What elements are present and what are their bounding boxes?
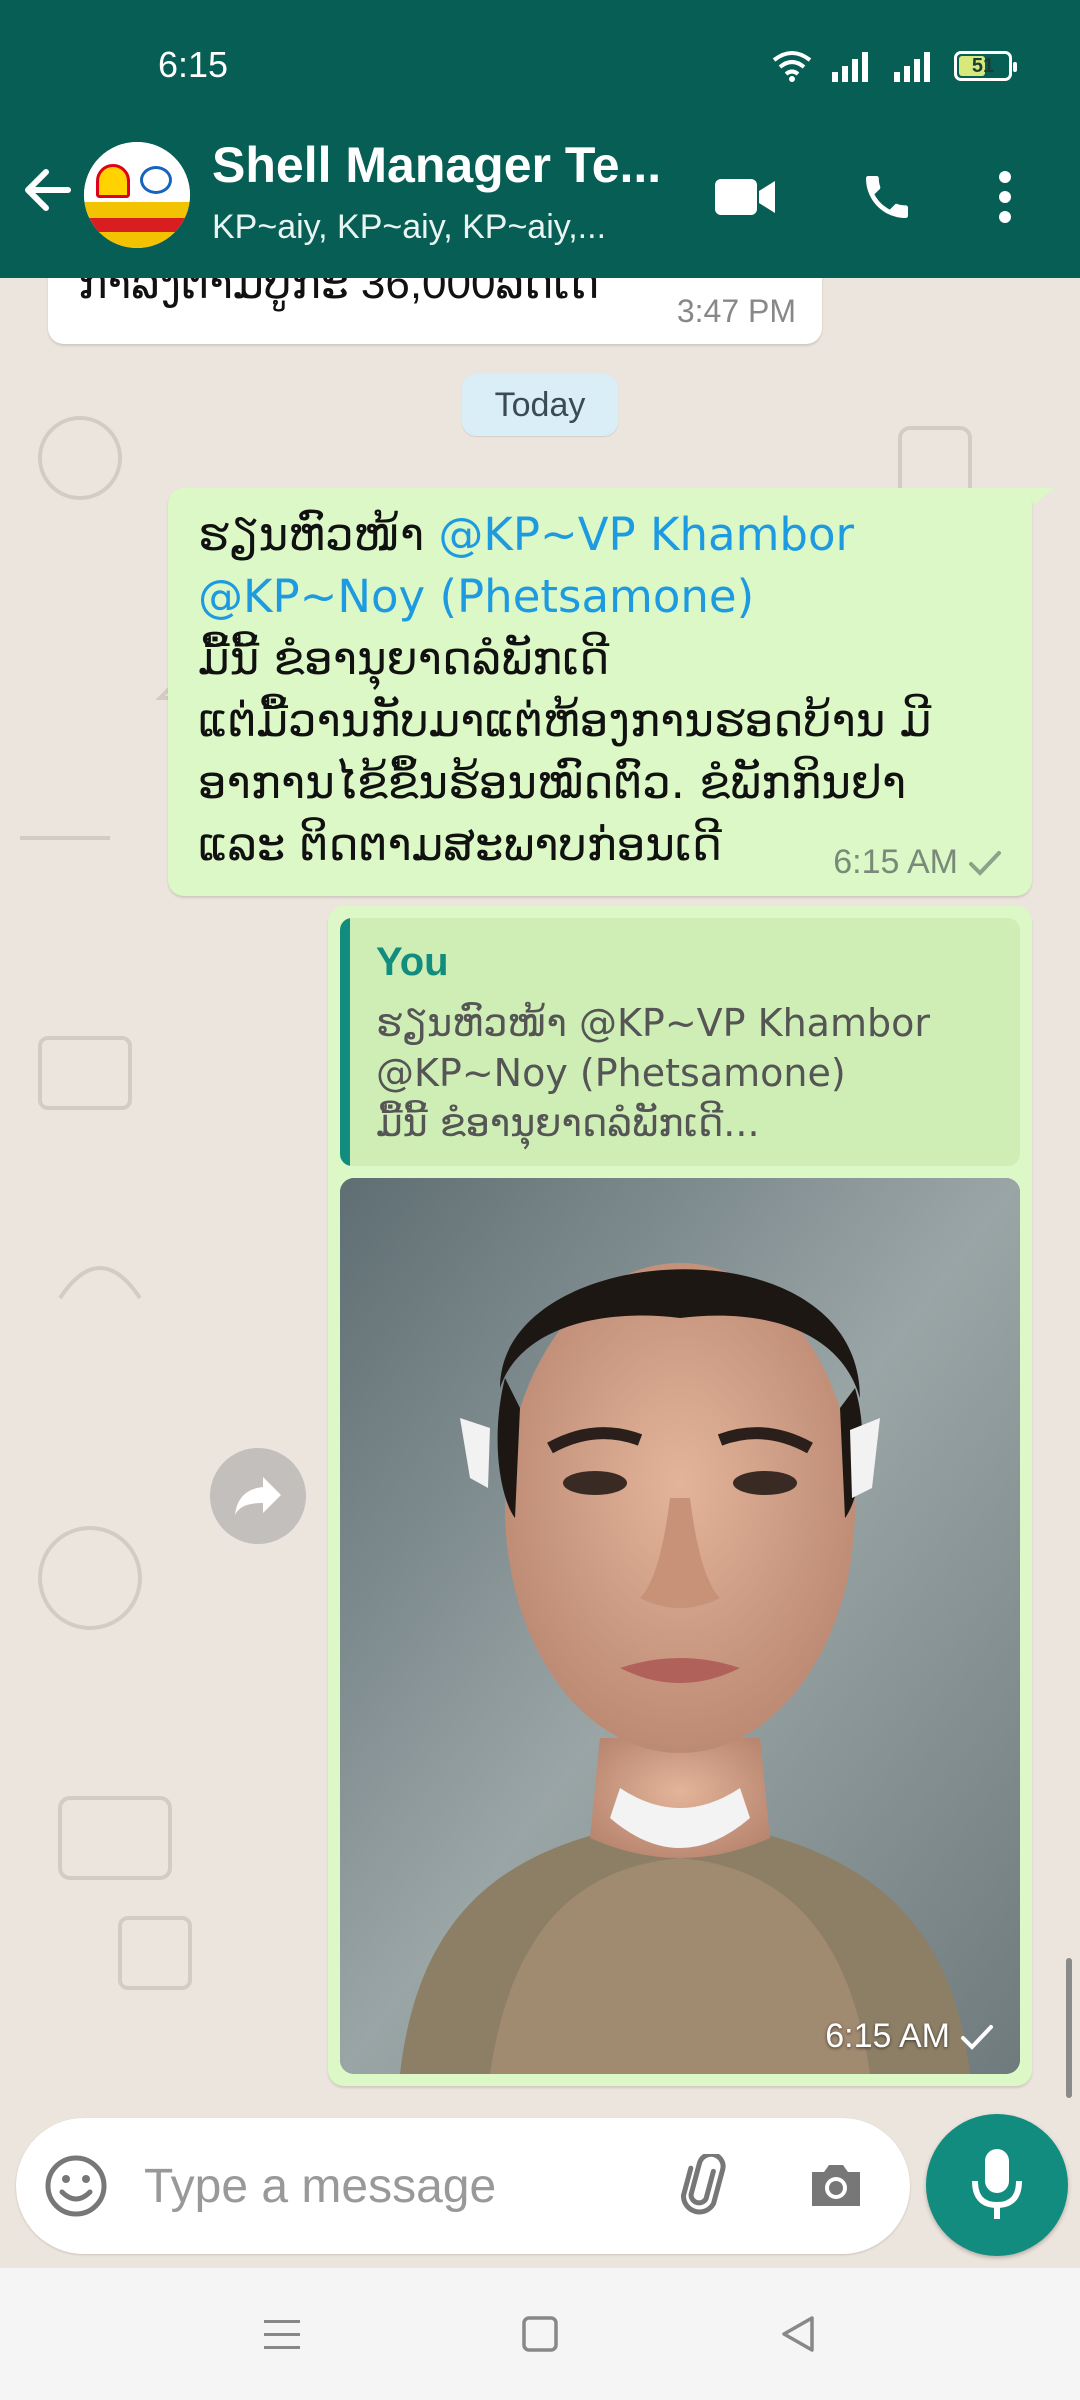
date-divider: Today: [462, 374, 618, 436]
message-outgoing[interactable]: ຮຽນຫົວໜ້າ @KP~VP Khambor @KP~Noy (Phetsa…: [168, 488, 1032, 896]
video-call-button[interactable]: [710, 162, 780, 232]
more-options-button[interactable]: [980, 162, 1030, 232]
message-greeting: ຮຽນຫົວໜ້າ: [198, 508, 439, 561]
mention-link[interactable]: @KP~VP Khambor: [438, 508, 854, 561]
attach-icon: [680, 2151, 726, 2215]
wifi-icon: [772, 51, 812, 82]
status-bar: 6:15 51: [0, 0, 1080, 110]
message-line: ອາການໄຂ້ຂຶ້ນຮ້ອນໝົດຕົວ. ຂໍພັກກິນຢາ: [198, 756, 907, 809]
camera-icon: [812, 2165, 860, 2206]
message-composer: [16, 2118, 910, 2254]
battery-icon: 51: [954, 51, 1017, 81]
message-line: ແຕ່ມື້ວານກັບມາແຕ່ຫ້ອງການຮອດບ້ານ ມີ: [198, 694, 932, 747]
back-button[interactable]: [18, 160, 78, 220]
message-time: 3:47 PM: [676, 293, 796, 329]
chat-title[interactable]: Shell Manager Te...: [212, 136, 682, 194]
message-outgoing-photo[interactable]: You ຮຽນຫົວໜ້າ @KP~VP Khambor @KP~Noy (Ph…: [328, 906, 1032, 2086]
home-square-icon: [522, 2316, 558, 2352]
more-options-icon: [999, 171, 1011, 223]
back-triangle-icon: [782, 2316, 814, 2352]
message-time: 6:15 AM: [825, 2017, 950, 2055]
home-button[interactable]: [510, 2304, 570, 2364]
shell-logo-icon: [96, 164, 130, 198]
attach-button[interactable]: [676, 2151, 740, 2218]
camera-button[interactable]: [804, 2154, 868, 2218]
phone-icon: [866, 176, 908, 218]
message-text: ຮຽນຫົວໜ້າ @KP~VP Khambor @KP~Noy (Phetsa…: [198, 504, 1018, 876]
emoji-button[interactable]: [44, 2154, 108, 2218]
system-nav-bar: [0, 2268, 1080, 2400]
message-incoming[interactable]: ກໍາລັງຕາມປູກະ 36,000ລີດເດີ 3:47 PM: [48, 278, 822, 344]
message-input[interactable]: [144, 2156, 654, 2216]
group-avatar[interactable]: [84, 142, 190, 248]
quote-text: ຮຽນຫົວໜ້າ @KP~VP Khambor @KP~Noy (Phetsa…: [376, 998, 996, 1148]
emoji-icon: [45, 2155, 107, 2217]
quote-line: ມື້ນີ້ ຂໍອານຸຍາດລໍພັກເດີ...: [376, 1101, 760, 1145]
quote-author: You: [376, 940, 449, 984]
mic-icon: [972, 2149, 1022, 2219]
chat-header: Shell Manager Te... KP~aiy, KP~aiy, KP~a…: [0, 110, 1080, 278]
mention-link[interactable]: @KP~Noy (Phetsamone): [198, 570, 754, 623]
battery-level: 51: [971, 54, 995, 77]
back-arrow-icon: [25, 169, 71, 211]
partner-logo-icon: [140, 166, 172, 194]
nav-back-button[interactable]: [768, 2304, 828, 2364]
message-meta: 6:15 AM: [833, 843, 1002, 882]
signal-icon-2: [894, 52, 930, 82]
quote-line: ຮຽນຫົວໜ້າ @KP~VP Khambor: [376, 1001, 930, 1045]
forward-icon: [235, 1477, 281, 1515]
photo-meta: 6:15 AM: [825, 2017, 994, 2056]
message-line: ມື້ນີ້ ຂໍອານຸຍາດລໍພັກເດີ: [198, 632, 610, 685]
forward-button[interactable]: [210, 1448, 306, 1544]
quote-bar: [340, 918, 350, 1166]
message-time: 6:15 AM: [833, 843, 958, 881]
chat-area[interactable]: ກໍາລັງຕາມປູກະ 36,000ລີດເດີ 3:47 PM Today…: [0, 278, 1080, 2108]
scrollbar-thumb[interactable]: [1066, 1958, 1072, 2098]
quote-line: @KP~Noy (Phetsamone): [376, 1051, 846, 1095]
signal-icon: [832, 52, 868, 82]
status-time: 6:15: [158, 44, 229, 85]
quoted-message[interactable]: You ຮຽນຫົວໜ້າ @KP~VP Khambor @KP~Noy (Ph…: [340, 918, 1020, 1166]
selfie-image: [340, 1178, 1020, 2074]
menu-icon: [264, 2320, 300, 2349]
photo-attachment[interactable]: 6:15 AM: [340, 1178, 1020, 2074]
message-text: ກໍາລັງຕາມປູກະ 36,000ລີດເດີ: [78, 278, 600, 308]
voice-call-button[interactable]: [852, 162, 922, 232]
check-icon: [961, 2024, 993, 2050]
voice-message-button[interactable]: [926, 2114, 1068, 2256]
recent-apps-button[interactable]: [252, 2304, 312, 2364]
check-icon: [969, 850, 1001, 876]
chat-subtitle[interactable]: KP~aiy, KP~aiy, KP~aiy,...: [212, 208, 662, 247]
video-call-icon: [715, 179, 775, 215]
status-icons: 51: [772, 50, 1017, 82]
